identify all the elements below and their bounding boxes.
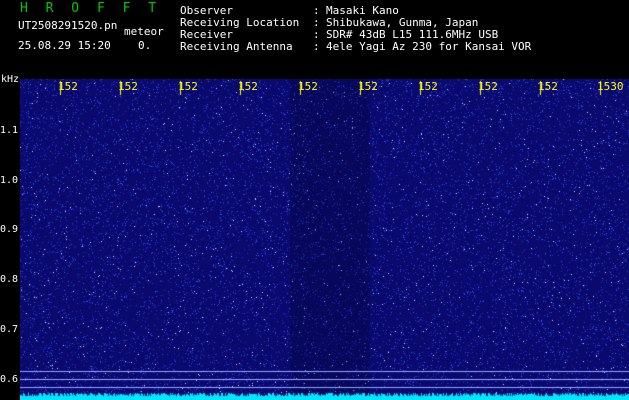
freq-label: 0.9 xyxy=(0,224,19,235)
waterfall-spectrogram xyxy=(20,79,629,400)
freq-label: 0.7 xyxy=(0,324,19,335)
time-label: 152 xyxy=(238,80,258,93)
time-label: 152 xyxy=(178,80,198,93)
time-label: 152 xyxy=(538,80,558,93)
info-separators: : : : : xyxy=(313,5,320,53)
antenna-value: 4ele Yagi Az 230 for Kansai VOR xyxy=(326,40,532,53)
timestamp: 25.08.29 15:20 xyxy=(18,39,111,52)
freq-label: 0.8 xyxy=(0,274,19,285)
meteor-count: 0. xyxy=(138,39,152,52)
time-label: 152 xyxy=(58,80,78,93)
freq-label: 0.6 xyxy=(0,374,19,385)
antenna-label: Receiving Antenna xyxy=(180,40,293,53)
time-label: 152 xyxy=(118,80,138,93)
time-label: 152 xyxy=(298,80,318,93)
app-title: H R O F F T xyxy=(20,1,162,16)
info-labels: Observer Receiving Location Receiver Rec… xyxy=(180,5,299,53)
meteor-count-label: meteor xyxy=(124,25,164,38)
time-label: 152 xyxy=(418,80,438,93)
time-label: 152 xyxy=(478,80,498,93)
time-label: 1530 xyxy=(597,80,624,93)
freq-label: 1.1 xyxy=(0,125,19,136)
time-label: 152 xyxy=(358,80,378,93)
hrofft-window: H R O F F T UT2508291520.pn meteor 25.08… xyxy=(0,0,629,400)
freq-label: 1.0 xyxy=(0,175,19,186)
info-values: Masaki Kano Shibukawa, Gunma, Japan SDR#… xyxy=(326,5,531,53)
frequency-unit-label: kHz xyxy=(1,74,20,85)
separator: : xyxy=(313,40,320,53)
file-name: UT2508291520.pn xyxy=(18,19,118,32)
